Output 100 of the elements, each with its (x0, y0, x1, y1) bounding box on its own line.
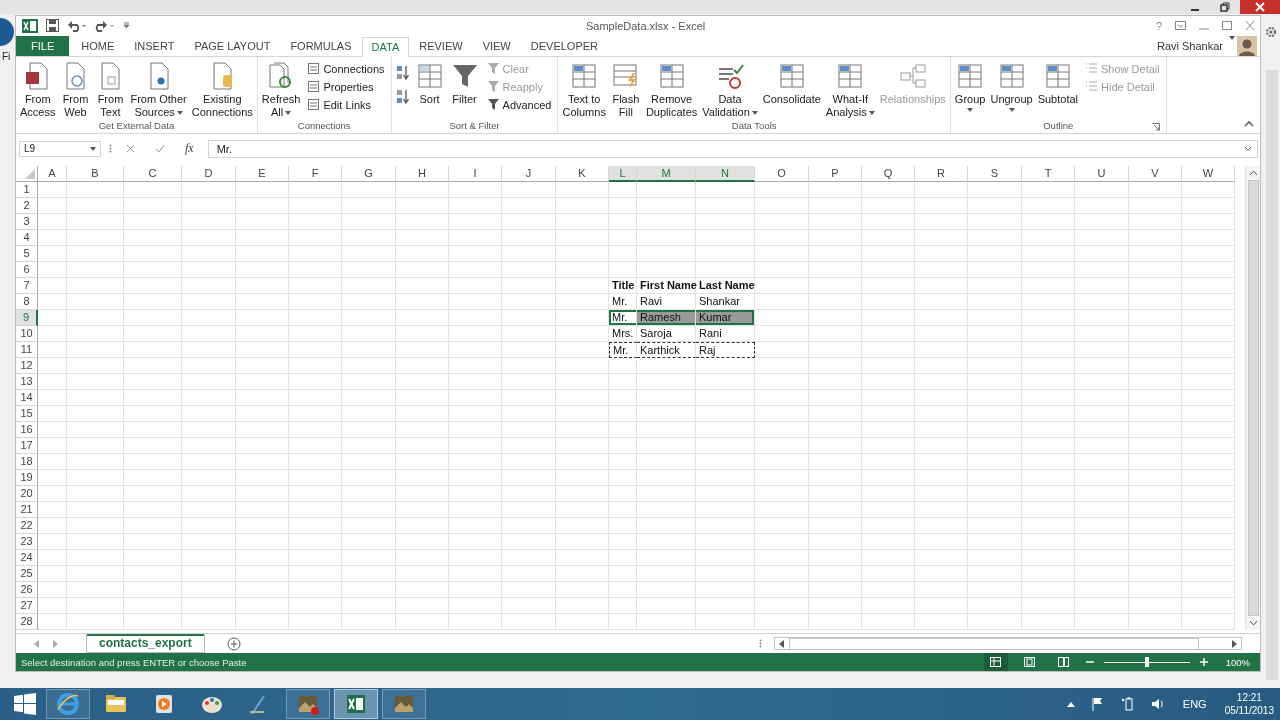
ribbon-button[interactable]: From Web (58, 58, 93, 119)
scroll-up-icon[interactable] (1248, 169, 1258, 176)
table-cell[interactable]: Title (609, 277, 637, 294)
ribbon-tab[interactable]: INSERT (124, 35, 185, 56)
row-header[interactable]: 1 (16, 181, 38, 198)
ribbon-button[interactable]: Remove Duplicates (643, 58, 700, 119)
sheet-tab[interactable]: contacts_export (86, 634, 205, 653)
ribbon-button[interactable]: Advanced (486, 96, 552, 113)
taskbar-app[interactable] (46, 689, 90, 719)
column-header[interactable]: O (755, 165, 809, 182)
taskbar-app[interactable] (286, 689, 330, 719)
avatar-icon[interactable] (1237, 35, 1257, 56)
column-header[interactable]: E (236, 165, 289, 182)
select-all-icon[interactable] (25, 168, 35, 179)
column-header[interactable]: Q (862, 165, 915, 182)
next-sheet-icon[interactable] (52, 639, 58, 648)
normal-view-icon[interactable] (983, 653, 1008, 671)
row-header[interactable]: 14 (16, 389, 38, 406)
save-icon[interactable] (46, 19, 59, 33)
column-header[interactable]: K (556, 165, 609, 182)
flag-icon[interactable] (1090, 697, 1105, 711)
row-header[interactable]: 19 (16, 469, 38, 486)
show-hidden-icons-icon[interactable] (1066, 701, 1075, 707)
zoom-level[interactable]: 100% (1225, 656, 1250, 668)
ribbon-button[interactable]: What-If Analysis (823, 58, 877, 119)
ribbon-button[interactable]: Consolidate (760, 58, 823, 106)
column-header[interactable]: D (182, 165, 236, 182)
language-indicator[interactable]: ENG (1182, 698, 1207, 710)
ribbon-button[interactable]: From Other Sources (128, 58, 189, 119)
insert-function-button[interactable]: fx (185, 141, 194, 157)
collapse-ribbon-icon[interactable] (1244, 120, 1254, 127)
spreadsheet-icon[interactable] (22, 18, 38, 33)
start-icon[interactable] (14, 693, 36, 715)
ribbon-tab[interactable]: PAGE LAYOUT (184, 35, 281, 56)
table-cell[interactable]: Karthick (637, 341, 696, 358)
account-menu[interactable]: Ravi Shankar (1156, 35, 1229, 56)
scroll-down-icon[interactable] (1248, 620, 1258, 626)
ribbon-button[interactable]: Subtotal (1035, 58, 1080, 106)
column-header[interactable]: U (1075, 165, 1129, 182)
row-header[interactable]: 5 (16, 245, 38, 262)
scroll-thumb[interactable] (1247, 179, 1259, 616)
redo-icon[interactable] (95, 19, 115, 32)
ribbon-button[interactable]: Filter (447, 58, 482, 106)
table-cell[interactable]: Ravi (637, 293, 696, 310)
ribbon-button[interactable]: Data Validation (700, 58, 760, 119)
ribbon-button[interactable]: Refresh All (259, 58, 303, 119)
help-button[interactable]: ? (1155, 19, 1162, 32)
table-cell[interactable]: Last Name (696, 277, 755, 294)
column-header[interactable]: I (449, 165, 502, 182)
ribbon-button[interactable]: Group (952, 58, 988, 112)
row-header[interactable]: 24 (16, 549, 38, 566)
table-cell[interactable]: Mrs. (609, 325, 637, 342)
ribbon-button[interactable]: Sort (412, 58, 447, 106)
file-tab[interactable]: FILE (16, 35, 70, 56)
row-header[interactable]: 4 (16, 229, 38, 246)
ribbon-button[interactable]: Existing Connections (189, 58, 255, 119)
caret-icon[interactable] (90, 146, 96, 151)
column-header[interactable]: A (38, 165, 67, 182)
volume-icon[interactable] (1150, 697, 1165, 711)
ribbon-button[interactable]: Flash Fill (608, 58, 643, 119)
column-header[interactable]: G (342, 165, 396, 182)
undo-icon[interactable] (67, 19, 87, 32)
ribbon-tab[interactable]: HOME (71, 35, 125, 56)
table-cell[interactable]: Saroja (637, 325, 696, 342)
row-header[interactable]: 18 (16, 453, 38, 470)
maximize-icon[interactable] (1222, 21, 1232, 31)
row-header[interactable]: 27 (16, 597, 38, 614)
row-header[interactable]: 6 (16, 261, 38, 278)
column-header[interactable]: V (1129, 165, 1182, 182)
column-header[interactable]: W (1182, 165, 1235, 182)
ribbon-button[interactable]: Text to Columns (560, 58, 608, 119)
column-header[interactable]: P (809, 165, 862, 182)
dialog-launcher-icon[interactable] (1151, 122, 1160, 131)
caret-icon[interactable] (1229, 35, 1235, 40)
add-sheet-icon[interactable] (226, 636, 241, 651)
column-header[interactable]: F (289, 165, 342, 182)
ribbon-tab[interactable]: DATA (361, 36, 410, 57)
scroll-left-icon[interactable] (779, 639, 785, 648)
column-header[interactable]: J (502, 165, 556, 182)
row-header[interactable]: 12 (16, 357, 38, 374)
row-header[interactable]: 23 (16, 533, 38, 550)
cancel-icon[interactable] (126, 144, 135, 154)
ribbon-button[interactable]: From Access (18, 58, 58, 119)
table-cell[interactable]: Mr. (609, 341, 637, 358)
table-cell[interactable]: First Name (637, 277, 696, 294)
row-header[interactable]: 16 (16, 421, 38, 438)
column-header[interactable]: S (968, 165, 1022, 182)
column-header[interactable]: N (696, 165, 755, 182)
row-header[interactable]: 17 (16, 437, 38, 454)
row-header[interactable]: 10 (16, 325, 38, 342)
restore-icon[interactable] (1220, 2, 1230, 12)
settings-icon[interactable] (1265, 26, 1277, 38)
name-box[interactable]: L9 (19, 140, 101, 157)
battery-icon[interactable] (1120, 697, 1135, 711)
formula-field[interactable]: Mr. (207, 139, 1258, 158)
clock[interactable]: 12:21 05/11/2013 (1224, 691, 1274, 717)
expand-icon[interactable] (1244, 146, 1252, 152)
zoom-out-icon[interactable] (1085, 658, 1094, 666)
taskbar-app[interactable] (382, 689, 426, 719)
column-header[interactable]: T (1022, 165, 1075, 182)
